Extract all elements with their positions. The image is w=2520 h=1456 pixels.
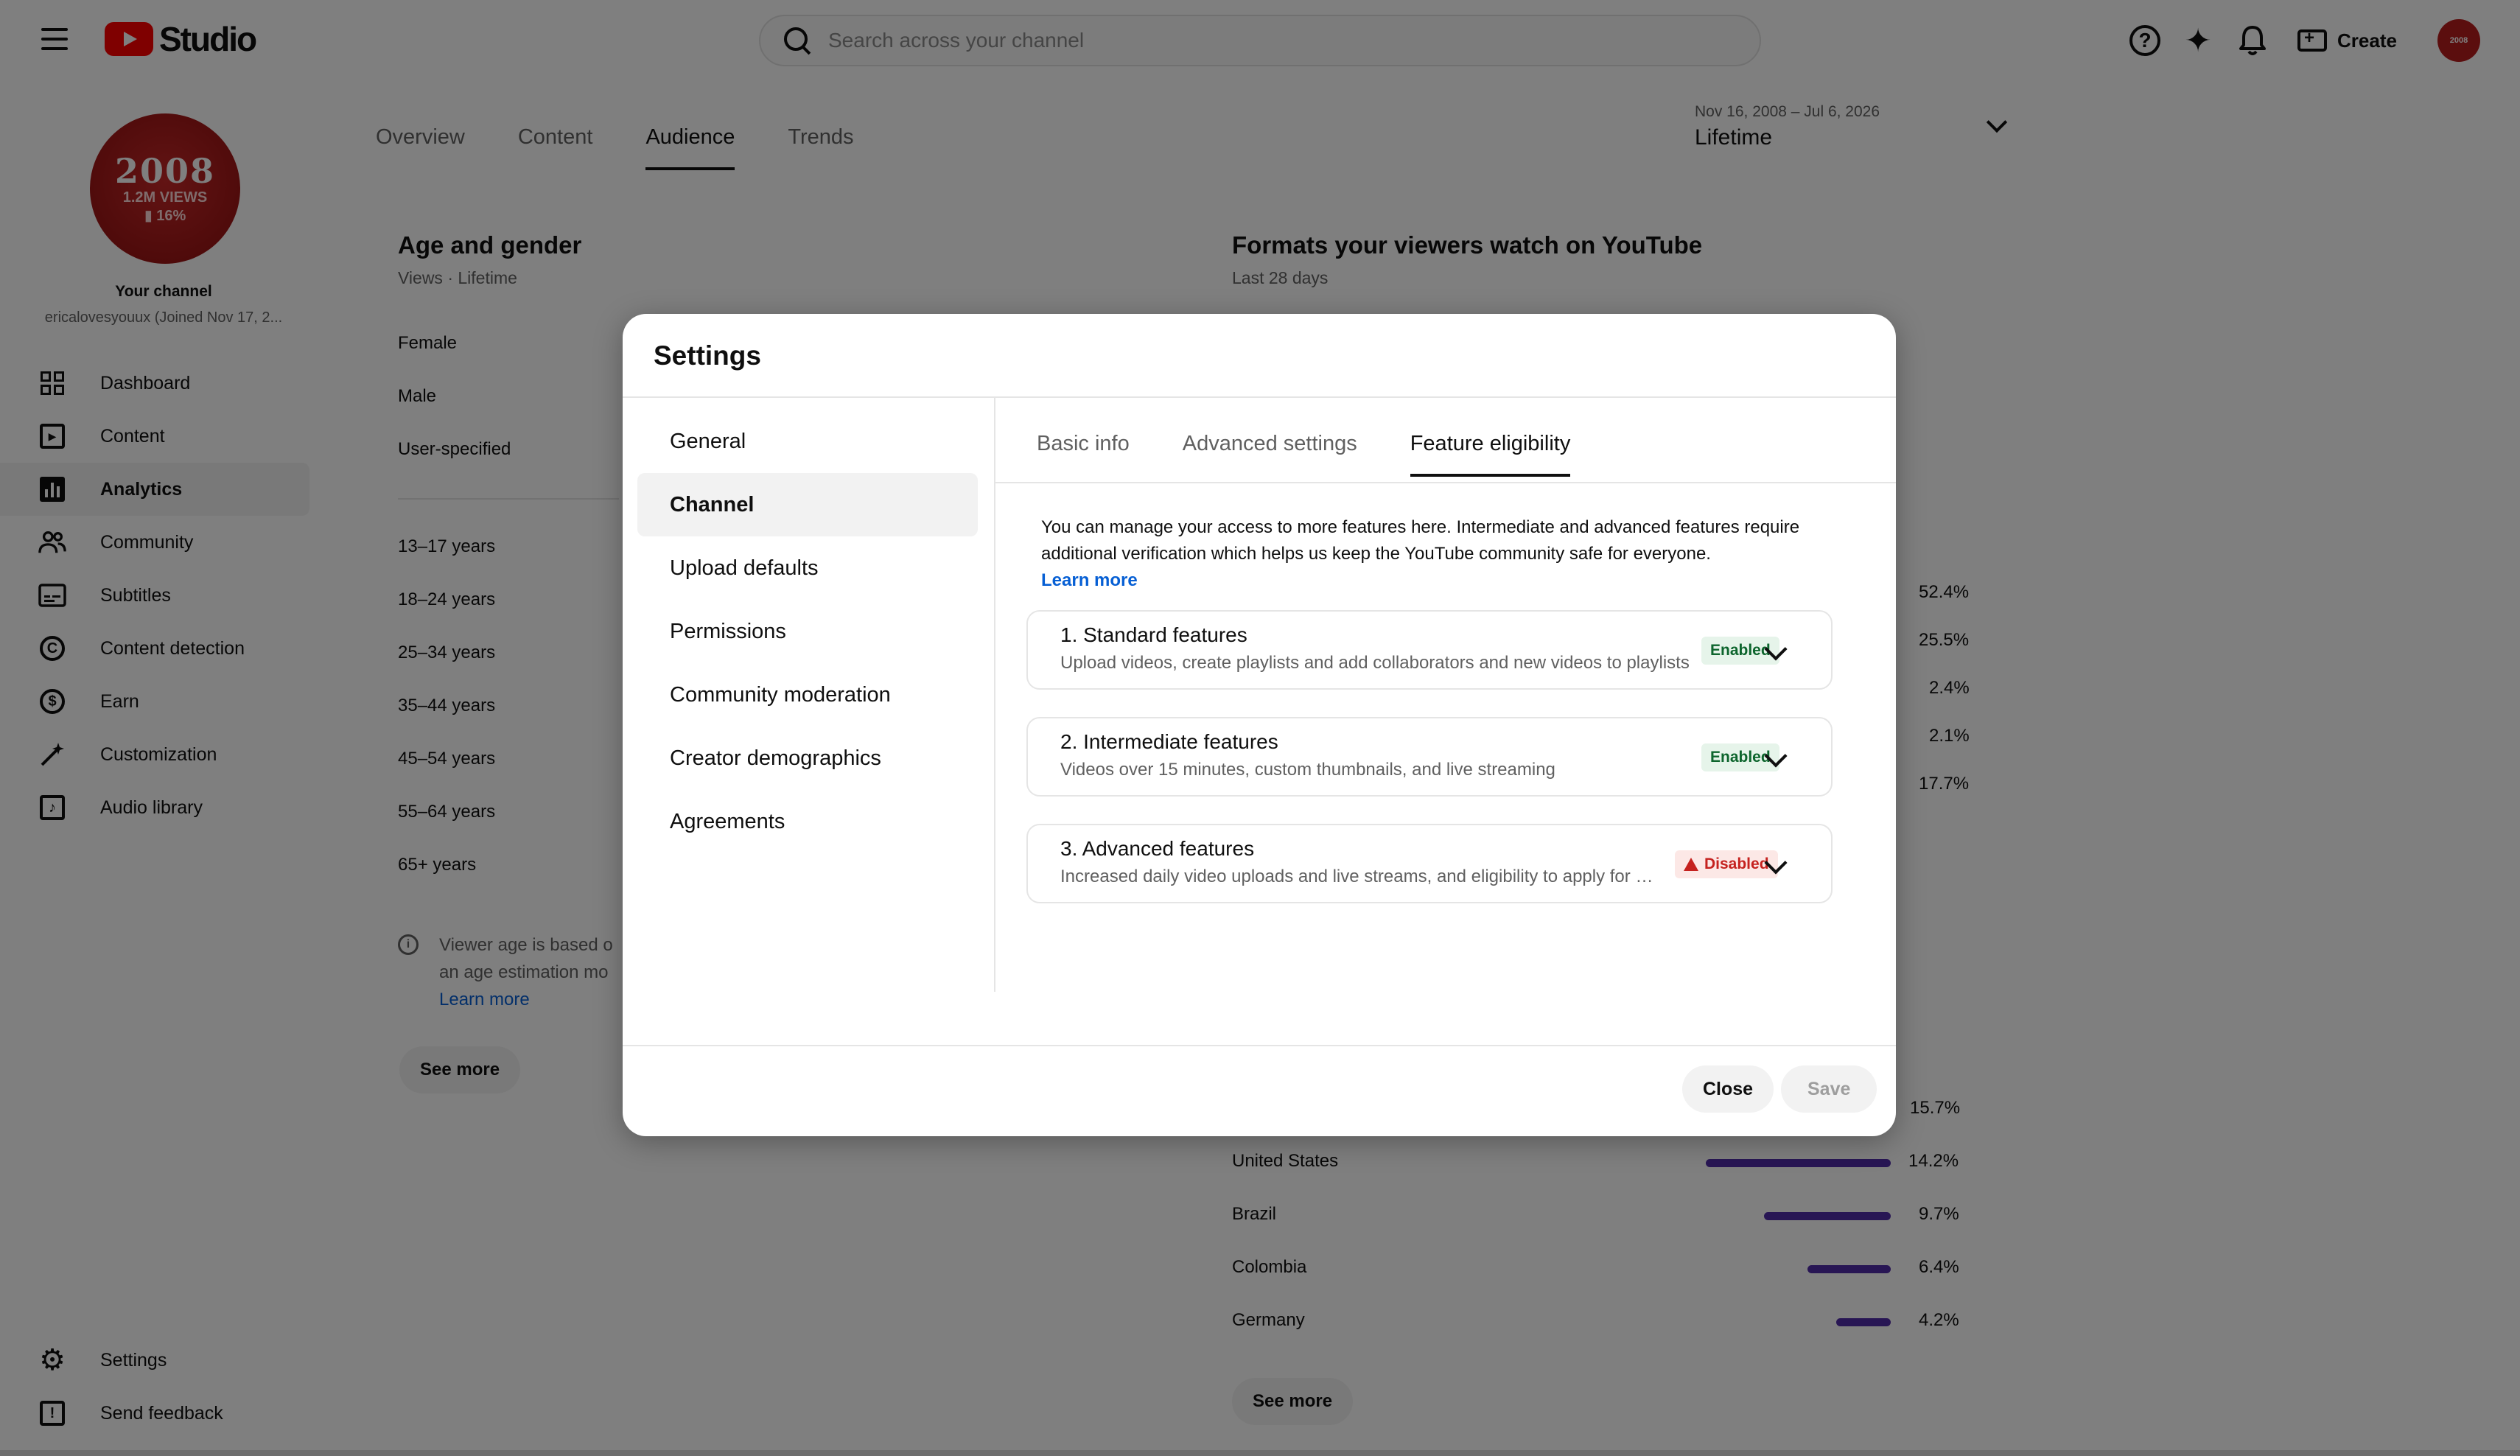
warning-icon: [1684, 858, 1698, 871]
settings-nav-creator-demographics[interactable]: Creator demographics: [637, 727, 978, 790]
feature-description: Videos over 15 minutes, custom thumbnail…: [1060, 760, 1555, 780]
settings-dialog: Settings General Channel Upload defaults…: [623, 314, 1896, 1136]
save-button[interactable]: Save: [1781, 1065, 1877, 1113]
settings-nav-permissions[interactable]: Permissions: [637, 600, 978, 663]
studio-app: Studio ? ✦ Create 2008 2008 1.2M VIEWS ▮…: [0, 0, 2520, 1456]
feature-intermediate[interactable]: 2. Intermediate features Videos over 15 …: [1026, 717, 1833, 797]
learn-more-link[interactable]: Learn more: [1041, 570, 1138, 590]
settings-nav-agreements[interactable]: Agreements: [637, 790, 978, 853]
channel-settings-tabs: Basic info Advanced settings Feature eli…: [1037, 432, 1571, 477]
settings-nav-community-moderation[interactable]: Community moderation: [637, 663, 978, 727]
feature-title: 2. Intermediate features: [1060, 730, 1278, 753]
feature-title: 3. Advanced features: [1060, 837, 1255, 860]
feature-title: 1. Standard features: [1060, 623, 1247, 646]
dialog-title: Settings: [654, 340, 761, 371]
divider: [995, 482, 1896, 483]
settings-nav-general[interactable]: General: [637, 410, 978, 473]
settings-nav-upload-defaults[interactable]: Upload defaults: [637, 536, 978, 600]
status-badge-label: Disabled: [1704, 855, 1769, 872]
feature-description: Upload videos, create playlists and add …: [1060, 653, 1690, 673]
close-button[interactable]: Close: [1682, 1065, 1774, 1113]
settings-nav: General Channel Upload defaults Permissi…: [637, 410, 978, 853]
tab-basic-info[interactable]: Basic info: [1037, 432, 1130, 477]
tab-feature-eligibility[interactable]: Feature eligibility: [1410, 432, 1571, 477]
description-text: You can manage your access to more featu…: [1041, 517, 1800, 564]
divider: [994, 398, 995, 992]
feature-advanced[interactable]: 3. Advanced features Increased daily vid…: [1026, 824, 1833, 903]
settings-nav-channel[interactable]: Channel: [637, 473, 978, 536]
divider: [623, 1045, 1896, 1046]
feature-standard[interactable]: 1. Standard features Upload videos, crea…: [1026, 610, 1833, 690]
divider: [623, 396, 1896, 398]
status-badge: Disabled: [1675, 850, 1778, 878]
feature-eligibility-description: You can manage your access to more featu…: [1041, 514, 1822, 594]
feature-description: Increased daily video uploads and live s…: [1060, 867, 1665, 886]
tab-advanced-settings[interactable]: Advanced settings: [1183, 432, 1357, 477]
